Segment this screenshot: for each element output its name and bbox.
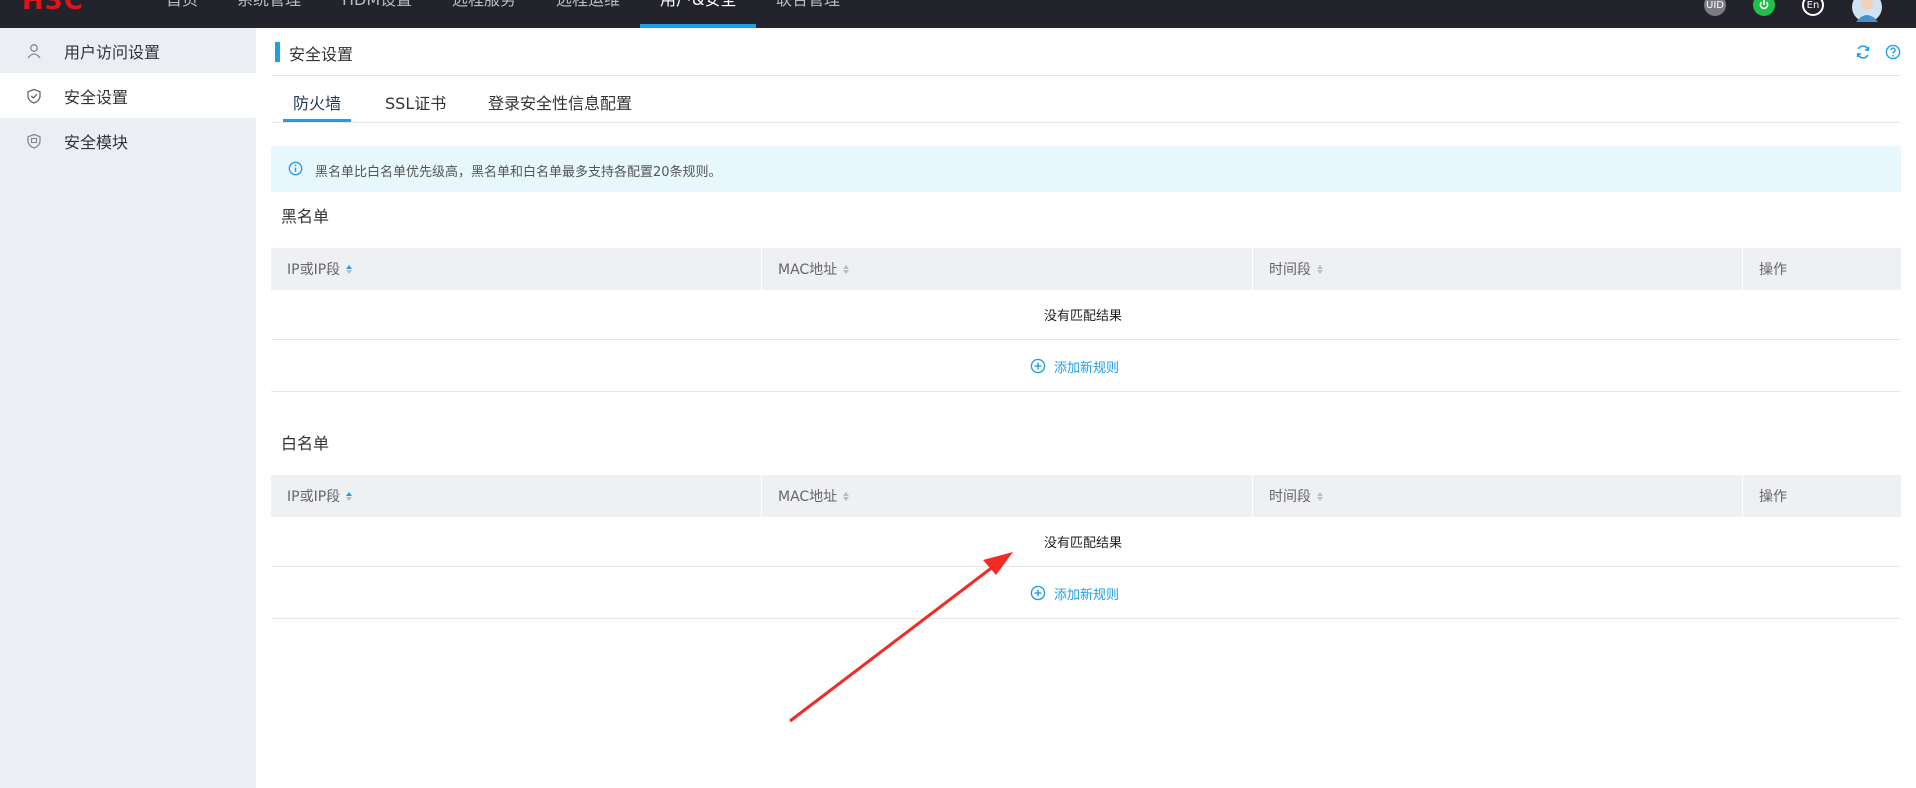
tab-firewall[interactable]: 防火墙 [293,90,341,114]
sidebar-item-label: 用户访问设置 [64,42,161,62]
sort-icon[interactable] [1317,264,1323,274]
column-header-ip[interactable]: IP或IP段 [271,475,761,517]
tab-login-security-config[interactable]: 登录安全性信息配置 [488,90,632,114]
column-header-label: IP或IP段 [287,489,341,505]
add-rule-label: 添加新规则 [1054,587,1120,603]
add-circle-icon [1030,358,1046,374]
whitelist-title: 白名单 [281,434,330,453]
blacklist-title: 黑名单 [281,207,330,226]
whitelist-add-rule-button[interactable]: 添加新规则 [1030,583,1119,603]
shield-icon [27,88,41,104]
column-header-label: 时间段 [1269,489,1311,505]
whitelist-table-header: IP或IP段 MAC地址 时间段 操作 [271,475,1901,517]
blacklist-add-rule-button[interactable]: 添加新规则 [1030,356,1119,376]
top-navigation-bar: H3C 首页 系统管理 HDM设置 远程服务 远程运维 用户&安全 联合管理 U… [0,0,1916,28]
uid-label: UID [1706,0,1724,11]
blacklist-table-header: IP或IP段 MAC地址 时间段 操作 [271,248,1901,290]
nav-item-remote-service[interactable]: 远程服务 [452,0,516,8]
nav-item-user-security[interactable]: 用户&安全 [660,0,736,8]
row-divider [271,566,1901,567]
language-label: En [1806,0,1820,11]
column-header-time[interactable]: 时间段 [1252,475,1742,517]
sort-icon[interactable] [346,264,353,274]
nav-item-remote-ops[interactable]: 远程运维 [556,0,620,8]
column-header-mac[interactable]: MAC地址 [761,475,1252,517]
help-icon[interactable] [1885,44,1901,60]
sidebar-item-security-settings[interactable]: 安全设置 [0,73,256,118]
column-header-mac[interactable]: MAC地址 [761,248,1252,290]
sidebar-item-security-module[interactable]: 安全模块 [0,118,256,163]
tabs-divider [271,122,1901,123]
sidebar-item-label: 安全设置 [64,87,129,107]
nav-active-indicator [640,24,756,28]
column-header-ip[interactable]: IP或IP段 [271,248,761,290]
page-title: 安全设置 [289,45,354,64]
avatar-icon[interactable] [1852,0,1882,22]
refresh-icon[interactable] [1855,44,1871,60]
nav-item-hdm[interactable]: HDM设置 [342,0,412,8]
sort-icon[interactable] [1317,491,1323,501]
nav-item-home[interactable]: 首页 [166,0,198,8]
column-header-label: 操作 [1759,489,1787,505]
add-circle-icon [1030,585,1046,601]
add-rule-label: 添加新规则 [1054,360,1120,376]
security-module-icon [27,133,41,149]
column-header-label: MAC地址 [778,262,838,278]
brand-logo[interactable]: H3C [22,0,84,16]
language-icon[interactable]: En [1802,0,1824,16]
sort-icon[interactable] [843,264,850,274]
user-icon [27,43,41,58]
column-header-action: 操作 [1742,475,1901,517]
column-header-time[interactable]: 时间段 [1252,248,1742,290]
section-divider [271,618,1901,619]
page-title-marker [275,42,280,62]
sidebar-item-user-access[interactable]: 用户访问设置 [0,28,256,73]
tab-ssl-certificate[interactable]: SSL证书 [385,90,446,114]
blacklist-empty-text: 没有匹配结果 [1044,309,1123,324]
column-header-action: 操作 [1742,248,1901,290]
nav-item-system[interactable]: 系统管理 [237,0,301,8]
column-header-label: 操作 [1759,262,1787,278]
info-icon [288,161,303,176]
section-divider [271,391,1901,392]
sidebar: 用户访问设置 安全设置 安全模块 [0,28,256,788]
info-text: 黑名单比白名单优先级高，黑名单和白名单最多支持各配置20条规则。 [315,165,722,180]
sort-icon[interactable] [843,491,850,501]
uid-icon[interactable]: UID [1704,0,1726,16]
column-header-label: MAC地址 [778,489,838,505]
sort-icon[interactable] [346,491,353,501]
column-header-label: 时间段 [1269,262,1311,278]
column-header-label: IP或IP段 [287,262,341,278]
whitelist-empty-text: 没有匹配结果 [1044,536,1123,551]
info-banner: 黑名单比白名单优先级高，黑名单和白名单最多支持各配置20条规则。 [271,146,1901,192]
nav-item-federation[interactable]: 联合管理 [776,0,840,8]
row-divider [271,339,1901,340]
sidebar-item-label: 安全模块 [64,132,129,152]
power-icon[interactable] [1753,0,1775,16]
header-divider [271,75,1901,76]
